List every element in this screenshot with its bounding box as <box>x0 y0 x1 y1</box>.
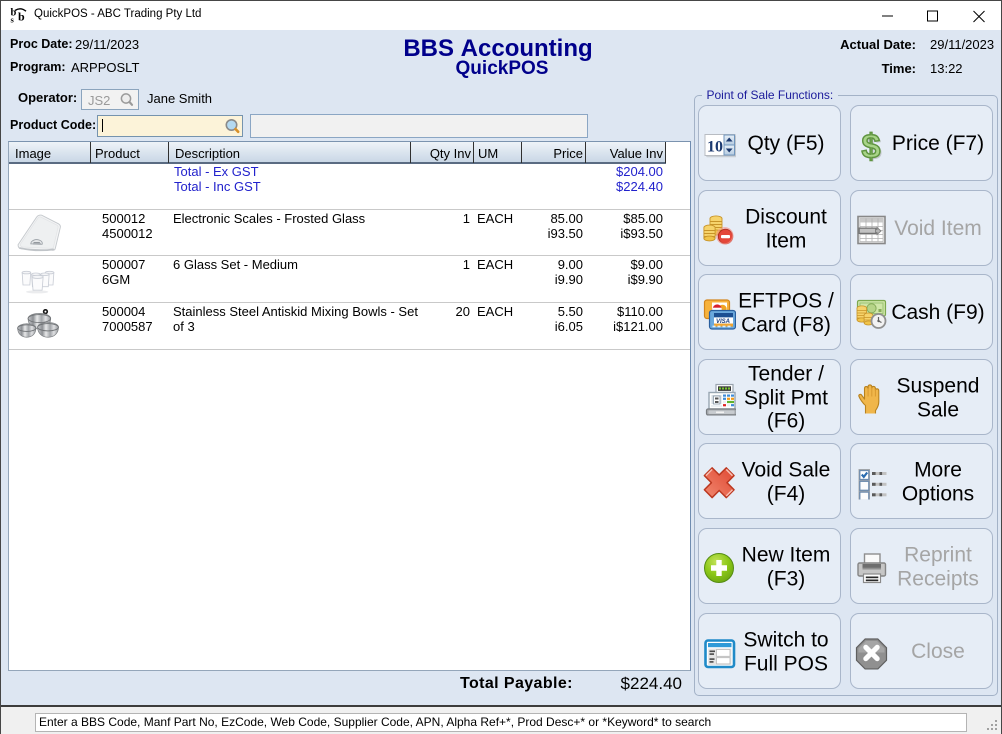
svg-text:$: $ <box>862 129 881 162</box>
svg-text:b: b <box>18 10 25 24</box>
svg-text:10: 10 <box>707 139 723 156</box>
